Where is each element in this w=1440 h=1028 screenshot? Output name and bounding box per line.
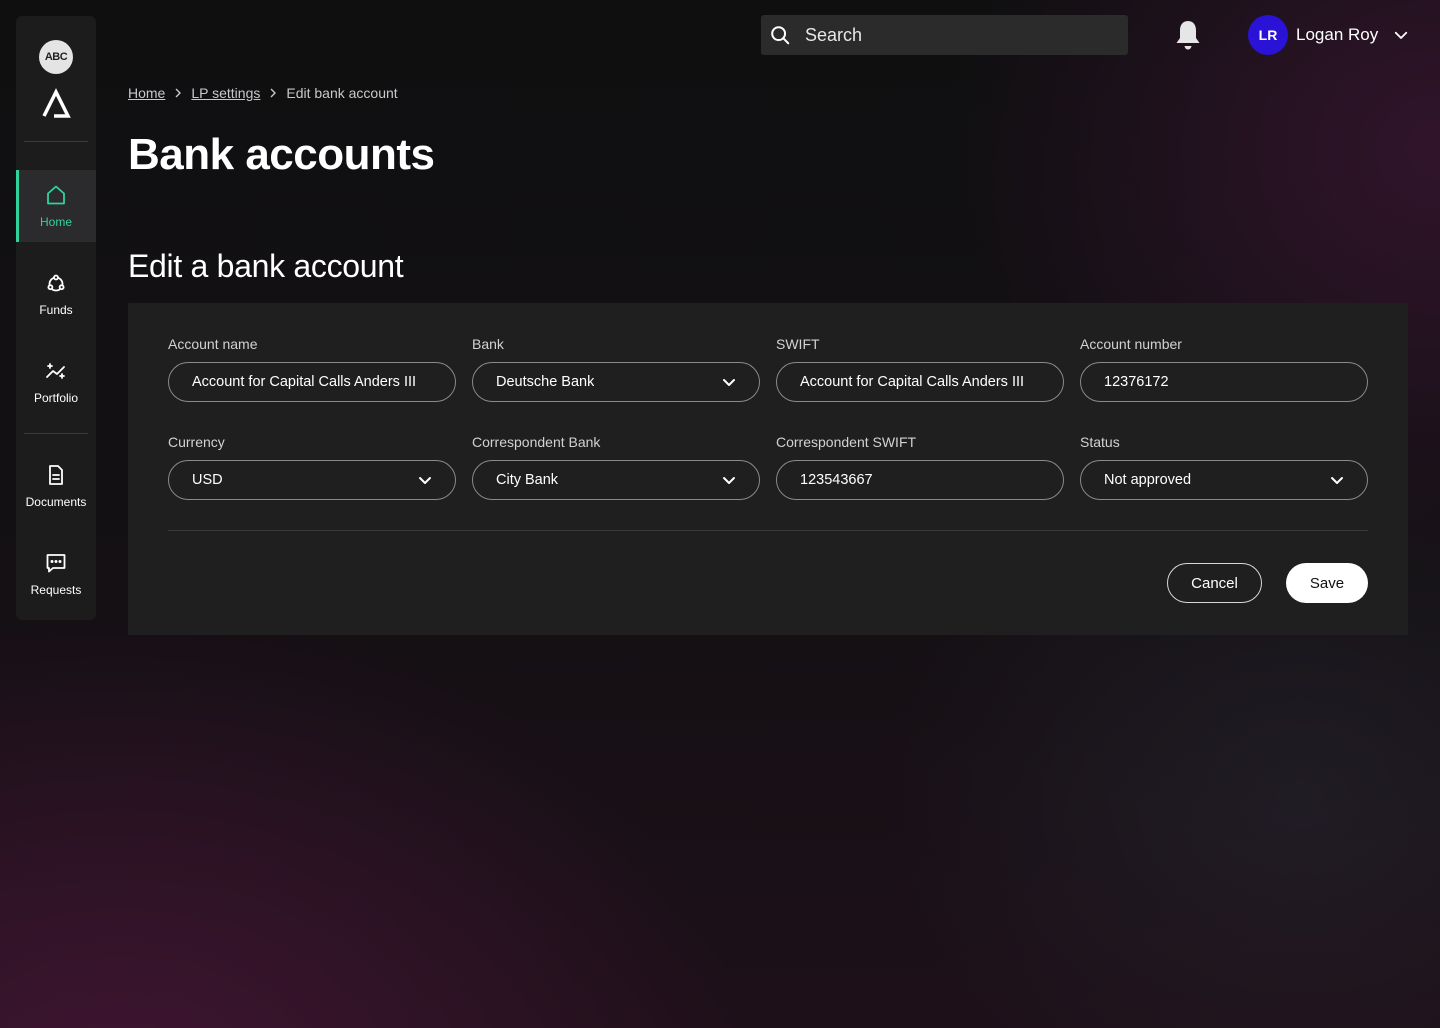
page-title: Bank accounts	[128, 130, 435, 179]
account-name-label: Account name	[168, 336, 258, 352]
account-number-input[interactable]: 12376172	[1080, 362, 1368, 402]
sidebar-item-label: Home	[39, 215, 72, 229]
home-icon	[47, 185, 65, 205]
correspondent-bank-select[interactable]: City Bank	[472, 460, 760, 500]
bank-select[interactable]: Deutsche Bank	[472, 362, 760, 402]
status-label: Status	[1080, 434, 1120, 450]
search-icon	[771, 26, 790, 45]
portfolio-icon	[46, 363, 65, 379]
sidebar-item-documents[interactable]: Documents	[16, 450, 96, 522]
currency-value: USD	[192, 472, 223, 488]
currency-select[interactable]: USD	[168, 460, 456, 500]
avatar: LR	[1248, 15, 1288, 55]
correspondent-bank-field: Correspondent Bank City Bank	[472, 434, 760, 500]
chevron-down-icon	[419, 477, 431, 484]
chevron-right-icon	[270, 88, 277, 98]
swift-input[interactable]: Account for Capital Calls Anders III	[776, 362, 1064, 402]
account-number-field: Account number 12376172	[1080, 336, 1368, 402]
account-number-label: Account number	[1080, 336, 1182, 352]
status-select[interactable]: Not approved	[1080, 460, 1368, 500]
correspondent-swift-value: 123543667	[800, 472, 873, 488]
sidebar-item-portfolio[interactable]: Portfolio	[16, 346, 96, 418]
swift-field: SWIFT Account for Capital Calls Anders I…	[776, 336, 1064, 402]
account-number-value: 12376172	[1104, 374, 1169, 390]
sidebar: ABC Home Funds Portfolio Documents Reque…	[16, 16, 96, 620]
swift-value: Account for Capital Calls Anders III	[800, 374, 1025, 390]
search-input[interactable]	[805, 24, 1105, 46]
chat-icon	[46, 554, 66, 573]
bank-label: Bank	[472, 336, 504, 352]
chevron-down-icon	[1331, 477, 1343, 484]
form-divider	[168, 530, 1368, 531]
status-value: Not approved	[1104, 472, 1192, 488]
sidebar-item-requests[interactable]: Requests	[16, 538, 96, 610]
sidebar-item-label: Funds	[39, 303, 73, 317]
account-name-field: Account name Account for Capital Calls A…	[168, 336, 456, 402]
notification-bell-icon[interactable]	[1172, 18, 1204, 52]
sidebar-item-label: Requests	[30, 583, 82, 597]
breadcrumb: Home LP settings Edit bank account	[128, 85, 398, 101]
correspondent-swift-input[interactable]: 123543667	[776, 460, 1064, 500]
account-name-value: Account for Capital Calls Anders III	[192, 374, 417, 390]
sidebar-divider	[24, 141, 88, 142]
status-field: Status Not approved	[1080, 434, 1368, 500]
user-menu[interactable]: LR Logan Roy	[1248, 15, 1410, 55]
correspondent-bank-label: Correspondent Bank	[472, 434, 601, 450]
edit-bank-account-form: Account name Account for Capital Calls A…	[128, 303, 1408, 635]
correspondent-bank-value: City Bank	[496, 472, 559, 488]
user-name: Logan Roy	[1296, 25, 1379, 44]
bank-value: Deutsche Bank	[496, 374, 595, 390]
document-icon	[49, 465, 63, 485]
chevron-right-icon	[175, 88, 182, 98]
chevron-down-icon	[723, 477, 735, 484]
account-name-input[interactable]: Account for Capital Calls Anders III	[168, 362, 456, 402]
cancel-button[interactable]: Cancel	[1167, 563, 1262, 603]
correspondent-swift-label: Correspondent SWIFT	[776, 434, 917, 450]
breadcrumb-current: Edit bank account	[286, 85, 398, 101]
org-badge[interactable]: ABC	[39, 40, 73, 74]
swift-label: SWIFT	[776, 336, 820, 352]
brand-logo-icon[interactable]	[40, 86, 72, 120]
sidebar-divider	[24, 433, 88, 434]
bank-field: Bank Deutsche Bank	[472, 336, 760, 402]
sidebar-item-label: Portfolio	[33, 391, 79, 405]
breadcrumb-lp-settings-link[interactable]: LP settings	[191, 85, 260, 101]
currency-label: Currency	[168, 434, 225, 450]
form-title: Edit a bank account	[128, 248, 404, 284]
currency-field: Currency USD	[168, 434, 456, 500]
sidebar-item-label: Documents	[25, 495, 87, 509]
correspondent-swift-field: Correspondent SWIFT 123543667	[776, 434, 1064, 500]
funds-icon	[47, 274, 65, 292]
search-bar[interactable]	[761, 15, 1128, 55]
sidebar-item-funds[interactable]: Funds	[16, 258, 96, 330]
save-button[interactable]: Save	[1286, 563, 1368, 603]
chevron-down-icon	[723, 379, 735, 386]
chevron-down-icon	[1395, 31, 1408, 39]
breadcrumb-home-link[interactable]: Home	[128, 85, 165, 101]
sidebar-item-home[interactable]: Home	[16, 170, 96, 242]
